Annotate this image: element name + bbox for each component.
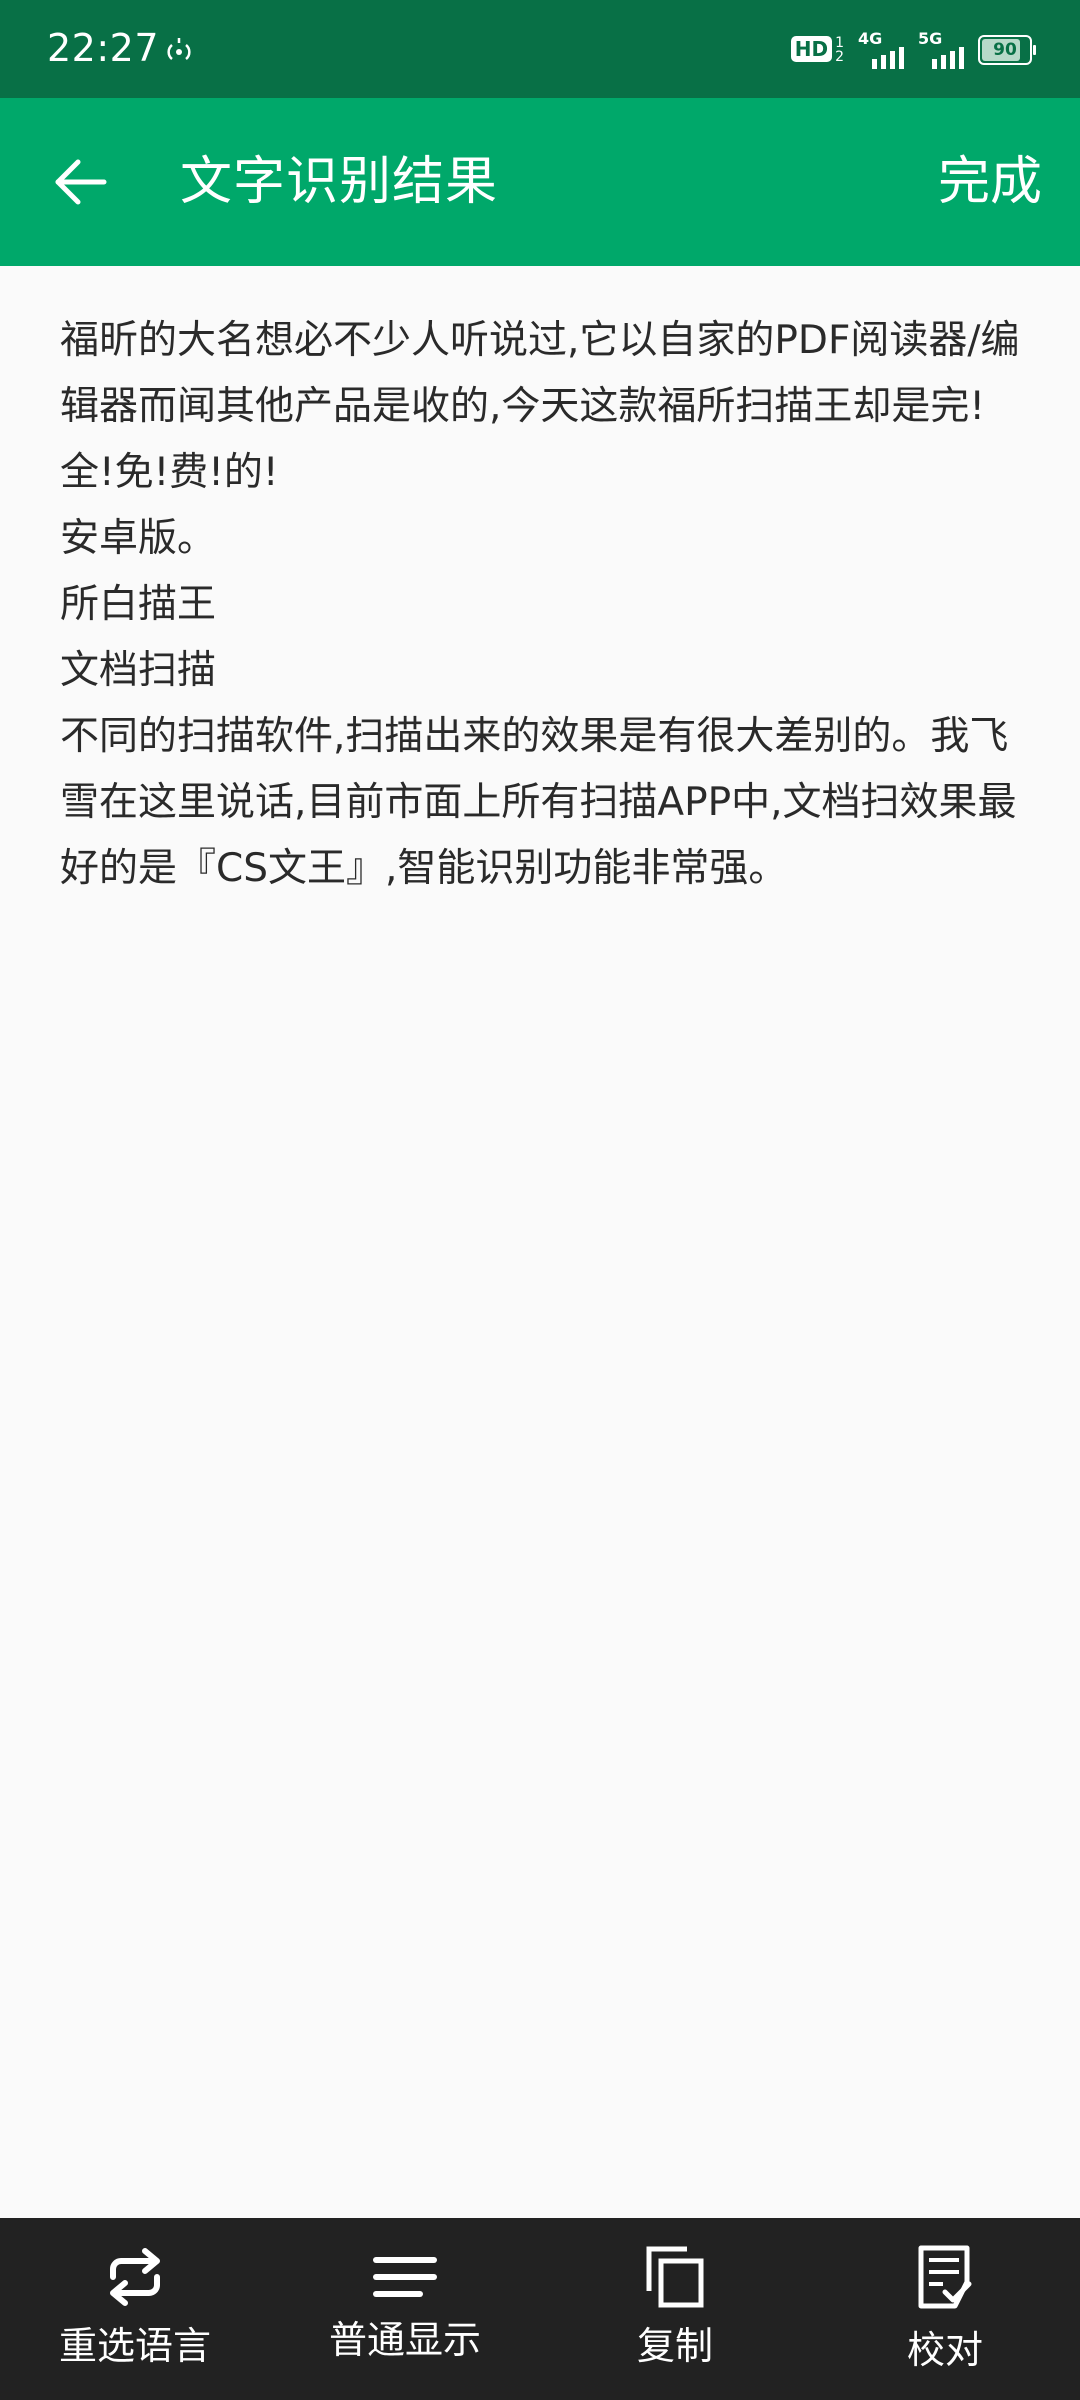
battery-icon: 90 — [978, 35, 1036, 65]
normal-display-label: 普通显示 — [328, 2318, 481, 2362]
network-5g-label: 5G — [918, 29, 943, 48]
signal-bar — [959, 47, 964, 69]
text-line: 福昕的大名想必不少人听说过,它以自家的PDF阅读器/编辑器而闻其他产品是收的,今… — [60, 318, 1020, 495]
status-time: 22:27 — [47, 26, 160, 70]
reselect-language-label: 重选语言 — [58, 2324, 211, 2368]
battery-level: 90 — [993, 40, 1017, 60]
signal-bar — [932, 59, 937, 69]
network-4g-label: 4G — [858, 29, 883, 48]
signal-bar — [890, 51, 895, 69]
hd-sub: 1 2 — [835, 36, 844, 64]
signal-bar — [899, 47, 904, 69]
hotspot-icon — [167, 38, 191, 60]
proofread-icon — [910, 2242, 980, 2312]
signal-4g-icon: 4G — [858, 29, 904, 69]
text-line: 不同的扫描软件,扫描出来的效果是有很大差别的。我飞雪在这里说话,目前市面上所有扫… — [60, 714, 1017, 891]
status-indicators: HD 1 2 4G 5G 90 — [790, 29, 1036, 70]
signal-bar — [872, 59, 877, 69]
proofread-label: 校对 — [906, 2328, 983, 2372]
arrow-left-icon — [55, 159, 107, 205]
status-bar: 22:27 HD 1 2 4G 5G 90 — [0, 0, 1080, 98]
hd-sub-top: 1 — [835, 35, 844, 51]
lines-icon — [370, 2244, 440, 2310]
text-line: 安卓版。 — [60, 516, 217, 561]
signal-5g-icon: 5G — [918, 29, 964, 69]
hd-label: HD — [790, 36, 833, 62]
hd-voice-icon: HD 1 2 — [790, 36, 844, 64]
proofread-button[interactable]: 校对 — [810, 2218, 1080, 2400]
text-line: 文档扫描 — [60, 648, 217, 693]
app-bar: 文字识别结果 完成 — [0, 98, 1080, 266]
text-line: 所白描王 — [60, 582, 217, 627]
normal-display-button[interactable]: 普通显示 — [270, 2218, 540, 2400]
copy-button[interactable]: 复制 — [540, 2218, 810, 2400]
bottom-action-bar: 重选语言 普通显示 复制 校对 — [0, 2218, 1080, 2400]
signal-bar — [881, 55, 886, 69]
copy-label: 复制 — [636, 2324, 713, 2368]
back-button[interactable] — [40, 142, 120, 222]
signal-bar — [950, 51, 955, 69]
page-title: 文字识别结果 — [180, 152, 499, 212]
reselect-language-button[interactable]: 重选语言 — [0, 2218, 270, 2400]
recognized-text[interactable]: 福昕的大名想必不少人听说过,它以自家的PDF阅读器/编辑器而闻其他产品是收的,今… — [60, 308, 1020, 902]
signal-bar — [941, 55, 946, 69]
hd-sub-bottom: 2 — [835, 49, 844, 65]
done-button[interactable]: 完成 — [938, 152, 1042, 212]
copy-icon — [640, 2244, 710, 2310]
repeat-icon — [100, 2244, 170, 2310]
